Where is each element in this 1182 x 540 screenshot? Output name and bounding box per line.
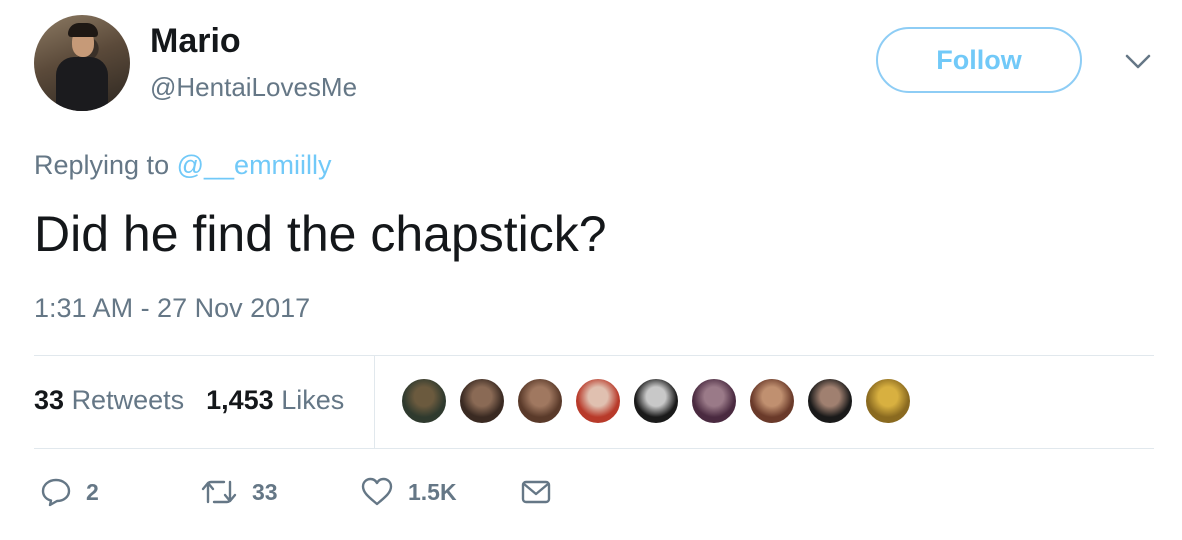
divider-top bbox=[34, 355, 1154, 356]
likes-label: Likes bbox=[281, 385, 345, 415]
reply-count: 2 bbox=[86, 478, 99, 505]
liker-avatar[interactable] bbox=[574, 377, 622, 425]
tweet-text: Did he find the chapstick? bbox=[34, 206, 607, 262]
divider-bottom bbox=[34, 448, 1154, 449]
liker-avatar[interactable] bbox=[806, 377, 854, 425]
avatar-hair bbox=[68, 23, 98, 37]
like-action[interactable]: 1.5K bbox=[360, 476, 457, 508]
stats-vertical-divider bbox=[374, 356, 375, 448]
user-display-name[interactable]: Mario bbox=[150, 22, 241, 61]
retweet-icon bbox=[201, 480, 237, 504]
like-count: 1.5K bbox=[408, 478, 457, 505]
liker-avatar[interactable] bbox=[864, 377, 912, 425]
reply-mention-link[interactable]: @__emmiilly bbox=[177, 150, 332, 180]
likes-count: 1,453 bbox=[206, 385, 274, 415]
liker-avatar[interactable] bbox=[748, 377, 796, 425]
liker-avatar[interactable] bbox=[458, 377, 506, 425]
tweet-timestamp[interactable]: 1:31 AM - 27 Nov 2017 bbox=[34, 293, 310, 324]
retweets-stat[interactable]: 33 Retweets bbox=[34, 385, 184, 415]
tweet-stats: 33 Retweets 1,453 Likes bbox=[34, 385, 344, 416]
retweets-label: Retweets bbox=[71, 385, 185, 415]
likes-stat[interactable]: 1,453 Likes bbox=[206, 385, 344, 415]
reply-icon bbox=[41, 478, 71, 507]
direct-message-action[interactable] bbox=[520, 476, 552, 508]
reply-action[interactable]: 2 bbox=[40, 476, 99, 508]
avatar-shirt bbox=[56, 57, 108, 111]
liker-avatar[interactable] bbox=[400, 377, 448, 425]
heart-icon bbox=[361, 477, 393, 506]
replying-to-label: Replying to bbox=[34, 150, 170, 180]
retweet-count: 33 bbox=[252, 478, 278, 505]
follow-button[interactable]: Follow bbox=[876, 27, 1082, 93]
retweet-action[interactable]: 33 bbox=[200, 476, 278, 508]
liker-avatar[interactable] bbox=[690, 377, 738, 425]
liker-avatar[interactable] bbox=[516, 377, 564, 425]
user-handle[interactable]: @HentaiLovesMe bbox=[150, 72, 357, 103]
user-avatar[interactable] bbox=[34, 15, 130, 111]
retweets-count: 33 bbox=[34, 385, 65, 415]
envelope-icon bbox=[521, 480, 551, 504]
liker-avatar[interactable] bbox=[632, 377, 680, 425]
chevron-down-icon[interactable] bbox=[1124, 50, 1152, 72]
replying-to-line: Replying to @__emmiilly bbox=[34, 150, 332, 181]
